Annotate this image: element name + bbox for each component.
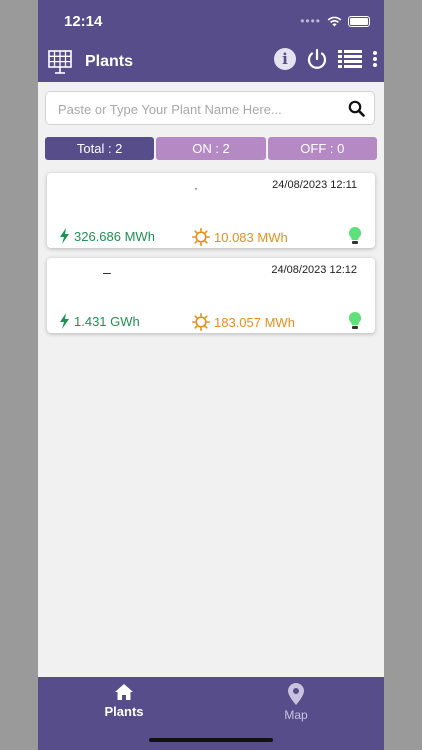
plant-name: – (103, 264, 111, 280)
plant-timestamp: 24/08/2023 12:12 (271, 264, 357, 276)
phone-screen: 12:14 •••• Plants i Paste or Type Your P… (38, 0, 384, 750)
search-bar (45, 91, 375, 125)
tab-plants[interactable]: Plants (64, 683, 184, 719)
tab-map-label: Map (284, 708, 308, 722)
filter-off-button[interactable]: OFF : 0 (267, 137, 377, 160)
sun-icon (192, 228, 210, 246)
lightning-icon (60, 313, 69, 329)
plant-power-value: 10.083 MWh (214, 229, 288, 245)
plant-energy-value: 1.431 GWh (74, 313, 140, 329)
bulb-icon (349, 312, 361, 329)
plant-card[interactable]: – 24/08/2023 12:12 1.431 GWh 183.057 MWh (47, 258, 375, 333)
battery-icon (348, 15, 370, 27)
list-icon[interactable] (338, 49, 362, 69)
plant-timestamp: 24/08/2023 12:11 (272, 179, 357, 191)
power-icon[interactable] (306, 48, 328, 70)
search-icon[interactable] (348, 100, 365, 117)
info-icon[interactable]: i (274, 48, 296, 70)
signal-icon: •••• (300, 14, 321, 28)
search-input[interactable] (56, 98, 340, 120)
more-vertical-icon[interactable] (372, 50, 378, 68)
status-indicators: •••• (300, 14, 370, 28)
status-time: 12:14 (64, 13, 103, 30)
status-bar: 12:14 •••• (38, 0, 384, 42)
plant-power: 183.057 MWh (192, 313, 295, 331)
sun-icon (192, 313, 210, 331)
header-actions: i (274, 48, 378, 70)
home-icon (115, 684, 133, 700)
home-indicator (149, 738, 273, 742)
bulb-icon (349, 227, 361, 244)
filter-tabs: Total : 2 ON : 2 OFF : 0 (45, 137, 377, 160)
app-header: Plants i (38, 42, 384, 82)
lightning-icon (60, 228, 69, 244)
tab-plants-label: Plants (104, 704, 144, 719)
plant-energy: 326.686 MWh (59, 228, 155, 244)
wifi-icon (327, 16, 342, 26)
tab-map[interactable]: Map (236, 683, 356, 722)
map-pin-icon (288, 683, 304, 705)
plant-energy: 1.431 GWh (59, 313, 140, 329)
plant-power-value: 183.057 MWh (214, 314, 295, 330)
plant-power: 10.083 MWh (192, 228, 288, 246)
filter-on-button[interactable]: ON : 2 (156, 137, 266, 160)
plant-name: · (194, 181, 198, 195)
plant-card[interactable]: · 24/08/2023 12:11 326.686 MWh 10.083 MW… (47, 173, 375, 248)
solar-panel-icon (48, 50, 72, 74)
page-title: Plants (85, 53, 134, 70)
filter-total-button[interactable]: Total : 2 (45, 137, 155, 160)
plant-energy-value: 326.686 MWh (74, 228, 155, 244)
